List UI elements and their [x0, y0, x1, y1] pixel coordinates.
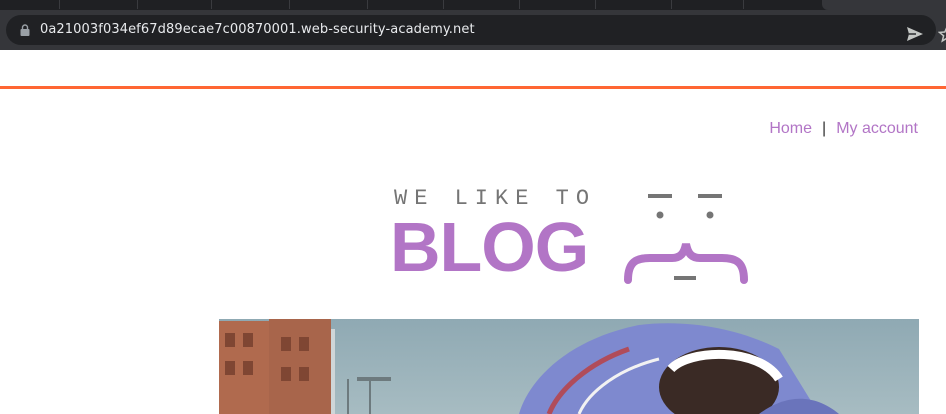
top-navigation: Home | My account [769, 120, 918, 138]
browser-tab[interactable] [290, 0, 368, 9]
tab-strip [0, 0, 946, 10]
home-link[interactable]: Home [769, 120, 812, 137]
browser-tab[interactable] [444, 0, 520, 9]
header-accent-bar [0, 86, 946, 89]
my-account-link[interactable]: My account [836, 120, 918, 137]
hero-photo [219, 319, 919, 414]
curly-brace-face-icon [624, 194, 748, 284]
address-bar[interactable]: 0a21003f034ef67d89ecae7c00870001.web-sec… [6, 15, 946, 45]
browser-tab[interactable] [138, 0, 212, 9]
logo-wordmark: BLOG [390, 208, 589, 286]
lock-icon[interactable] [20, 24, 30, 36]
active-browser-tab[interactable] [822, 0, 946, 10]
url-text[interactable]: 0a21003f034ef67d89ecae7c00870001.web-sec… [40, 22, 475, 37]
browser-toolbar: 0a21003f034ef67d89ecae7c00870001.web-sec… [0, 10, 946, 50]
hero-image [219, 319, 919, 414]
browser-tab[interactable] [60, 0, 138, 9]
page-content: Home | My account WE LIKE TO BLOG [0, 50, 946, 414]
browser-tab[interactable] [596, 0, 672, 9]
browser-tab[interactable] [212, 0, 290, 9]
browser-tab[interactable] [520, 0, 596, 9]
browser-tab[interactable] [672, 0, 744, 9]
browser-tab[interactable] [0, 0, 60, 9]
send-icon[interactable] [906, 26, 924, 42]
nav-separator: | [822, 120, 827, 137]
browser-tab[interactable] [368, 0, 444, 9]
star-icon[interactable] [938, 25, 946, 43]
blog-logo[interactable]: WE LIKE TO BLOG [390, 186, 750, 286]
